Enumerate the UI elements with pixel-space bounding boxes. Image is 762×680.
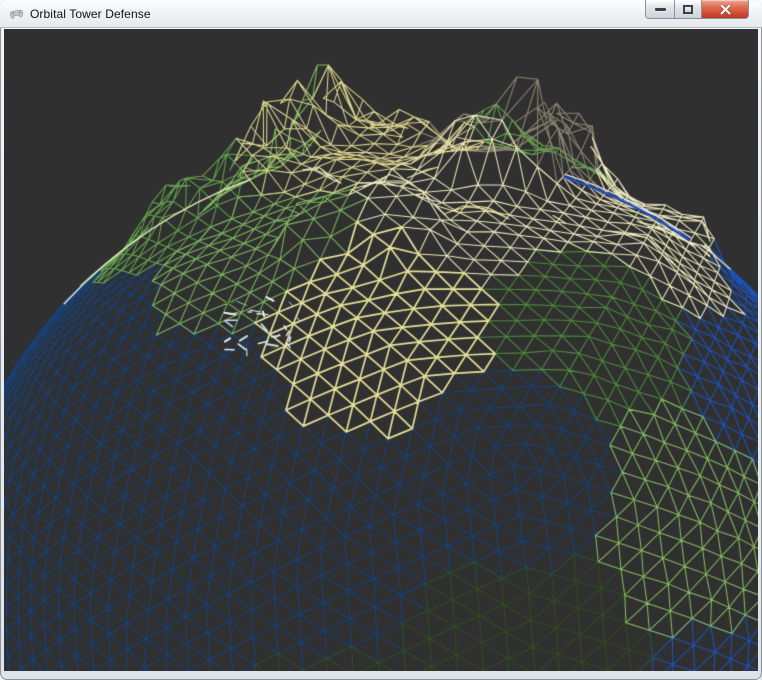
close-icon	[719, 4, 732, 15]
maximize-icon	[683, 5, 693, 14]
maximize-button[interactable]	[674, 0, 702, 19]
gamepad-icon	[8, 6, 24, 22]
game-canvas[interactable]	[4, 29, 758, 671]
minimize-icon	[655, 8, 666, 11]
close-button[interactable]	[702, 0, 749, 19]
window-controls	[645, 0, 749, 19]
minimize-button[interactable]	[645, 0, 674, 19]
app-window: Orbital Tower Defense	[0, 0, 762, 680]
window-title: Orbital Tower Defense	[30, 7, 151, 21]
game-viewport	[4, 29, 758, 671]
